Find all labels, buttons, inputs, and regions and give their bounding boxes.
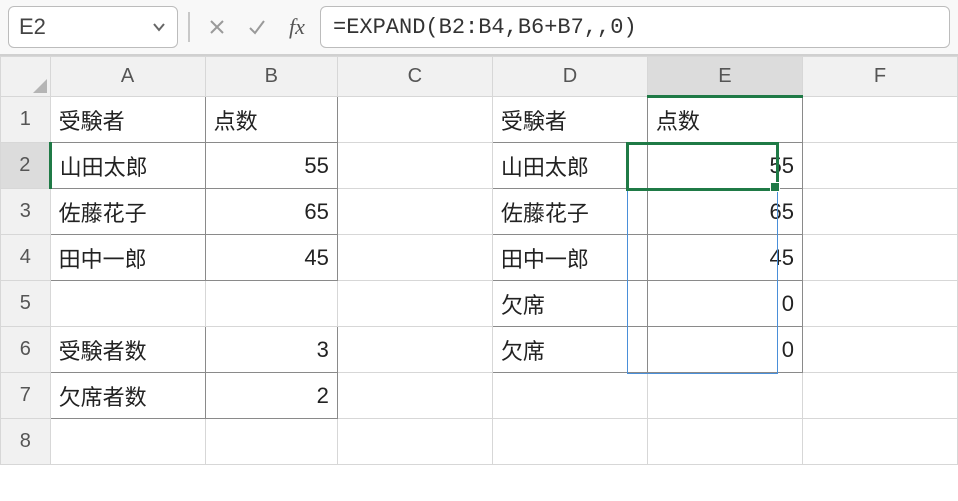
cell-D4[interactable]: 田中一郎 [492, 235, 647, 281]
cell-C4[interactable] [337, 235, 492, 281]
cell-C7[interactable] [337, 373, 492, 419]
cell-C5[interactable] [337, 281, 492, 327]
name-box[interactable]: E2 [8, 6, 178, 48]
cell-B1[interactable]: 点数 [205, 97, 337, 143]
cell-A2[interactable]: 山田太郎 [50, 143, 205, 189]
cell-C1[interactable] [337, 97, 492, 143]
grid[interactable]: A B C D E F 1 受験者 点数 受験者 点数 2 山田太郎 55 山田… [0, 56, 958, 465]
cell-B6[interactable]: 3 [205, 327, 337, 373]
cell-A6[interactable]: 受験者数 [50, 327, 205, 373]
cell-F6[interactable] [802, 327, 957, 373]
cell-C3[interactable] [337, 189, 492, 235]
col-header-E[interactable]: E [647, 57, 802, 97]
cell-B3[interactable]: 65 [205, 189, 337, 235]
cell-C6[interactable] [337, 327, 492, 373]
row-header-1[interactable]: 1 [1, 97, 51, 143]
cell-E8[interactable] [647, 419, 802, 465]
row-header-2[interactable]: 2 [1, 143, 51, 189]
cell-A3[interactable]: 佐藤花子 [50, 189, 205, 235]
cell-B7[interactable]: 2 [205, 373, 337, 419]
cell-E1[interactable]: 点数 [647, 97, 802, 143]
name-box-value: E2 [19, 14, 46, 40]
separator [188, 12, 190, 42]
select-all-corner[interactable] [1, 57, 51, 97]
col-header-A[interactable]: A [50, 57, 205, 97]
cell-F5[interactable] [802, 281, 957, 327]
chevron-down-icon [151, 19, 167, 35]
cell-D6[interactable]: 欠席 [492, 327, 647, 373]
row-header-5[interactable]: 5 [1, 281, 51, 327]
col-header-F[interactable]: F [802, 57, 957, 97]
cell-E6[interactable]: 0 [647, 327, 802, 373]
cell-D3[interactable]: 佐藤花子 [492, 189, 647, 235]
col-header-B[interactable]: B [205, 57, 337, 97]
cell-E2[interactable]: 55 [647, 143, 802, 189]
row-header-4[interactable]: 4 [1, 235, 51, 281]
cell-F8[interactable] [802, 419, 957, 465]
fx-icon[interactable]: fx [280, 10, 314, 44]
cell-B4[interactable]: 45 [205, 235, 337, 281]
cell-B5[interactable] [205, 281, 337, 327]
cell-C2[interactable] [337, 143, 492, 189]
row-header-3[interactable]: 3 [1, 189, 51, 235]
cell-B2[interactable]: 55 [205, 143, 337, 189]
cell-A4[interactable]: 田中一郎 [50, 235, 205, 281]
formula-bar: E2 fx =EXPAND(B2:B4,B6+B7,,0) [0, 0, 958, 56]
formula-text: =EXPAND(B2:B4,B6+B7,,0) [333, 15, 637, 40]
cell-A5[interactable] [50, 281, 205, 327]
cell-E4[interactable]: 45 [647, 235, 802, 281]
cell-A7[interactable]: 欠席者数 [50, 373, 205, 419]
formula-input[interactable]: =EXPAND(B2:B4,B6+B7,,0) [320, 6, 950, 48]
worksheet: A B C D E F 1 受験者 点数 受験者 点数 2 山田太郎 55 山田… [0, 56, 958, 465]
cell-F7[interactable] [802, 373, 957, 419]
cell-F4[interactable] [802, 235, 957, 281]
row-header-8[interactable]: 8 [1, 419, 51, 465]
cell-F1[interactable] [802, 97, 957, 143]
cell-A8[interactable] [50, 419, 205, 465]
cancel-icon[interactable] [200, 10, 234, 44]
cell-E7[interactable] [647, 373, 802, 419]
cell-F2[interactable] [802, 143, 957, 189]
row-header-6[interactable]: 6 [1, 327, 51, 373]
cell-D2[interactable]: 山田太郎 [492, 143, 647, 189]
cell-F3[interactable] [802, 189, 957, 235]
col-header-D[interactable]: D [492, 57, 647, 97]
row-header-7[interactable]: 7 [1, 373, 51, 419]
cell-D1[interactable]: 受験者 [492, 97, 647, 143]
cell-D8[interactable] [492, 419, 647, 465]
col-header-C[interactable]: C [337, 57, 492, 97]
cell-E3[interactable]: 65 [647, 189, 802, 235]
cell-B8[interactable] [205, 419, 337, 465]
cell-A1[interactable]: 受験者 [50, 97, 205, 143]
cell-D7[interactable] [492, 373, 647, 419]
cell-D5[interactable]: 欠席 [492, 281, 647, 327]
enter-icon[interactable] [240, 10, 274, 44]
cell-E5[interactable]: 0 [647, 281, 802, 327]
cell-C8[interactable] [337, 419, 492, 465]
